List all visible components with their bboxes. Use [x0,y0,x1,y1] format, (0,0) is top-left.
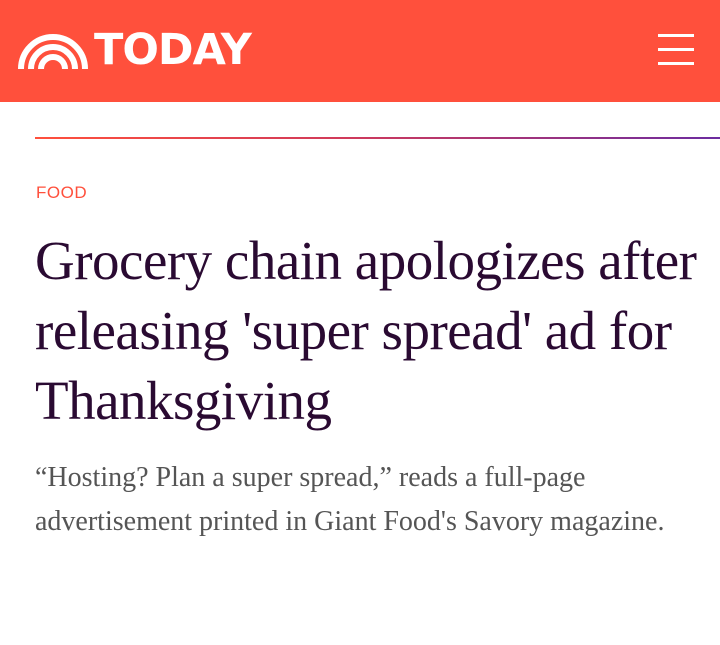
logo-wordmark: TODAY [94,25,252,75]
hamburger-menu-icon[interactable] [658,34,694,66]
menu-line [658,48,694,51]
rainbow-logo-icon [18,34,88,69]
menu-line [658,34,694,37]
category-link[interactable]: FOOD [36,183,87,203]
today-logo[interactable]: TODAY [18,25,252,75]
article-dek: “Hosting? Plan a super spread,” reads a … [35,462,665,537]
gradient-divider [35,137,720,139]
menu-line [658,62,694,65]
site-header: TODAY [0,0,720,102]
article-headline: Grocery chain apologizes after releasing… [35,230,697,431]
